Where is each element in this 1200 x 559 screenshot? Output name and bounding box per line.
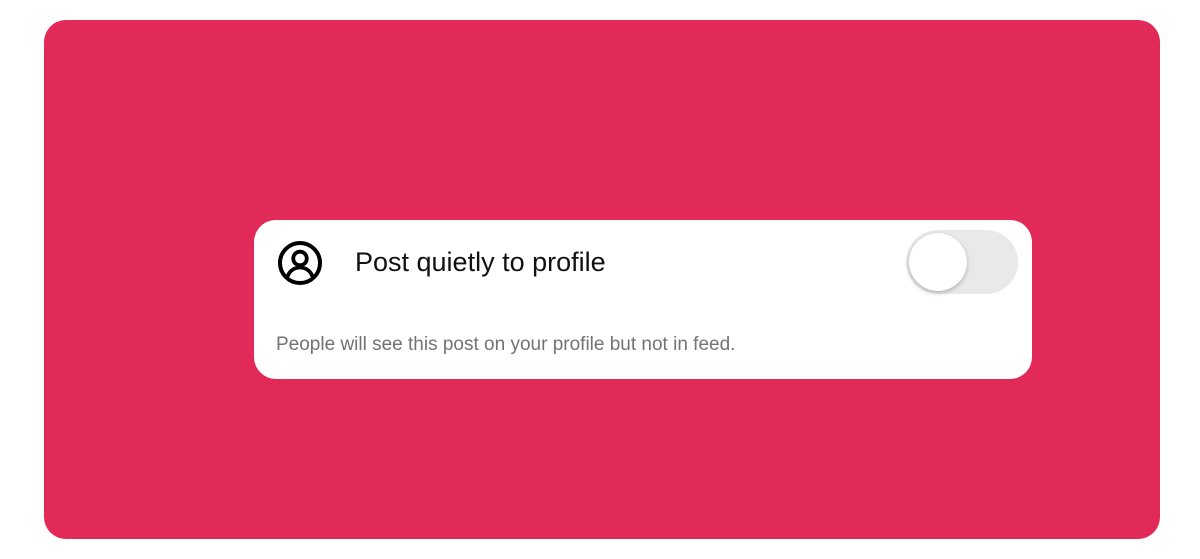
setting-title: Post quietly to profile bbox=[355, 247, 606, 277]
post-quietly-toggle[interactable] bbox=[906, 230, 1018, 294]
background-panel: Post quietly to profile People will see … bbox=[44, 20, 1160, 539]
toggle-knob bbox=[909, 233, 967, 291]
post-quietly-setting-card: Post quietly to profile People will see … bbox=[254, 220, 1032, 379]
setting-description: People will see this post on your profil… bbox=[276, 334, 736, 355]
profile-circle-icon bbox=[276, 239, 324, 287]
